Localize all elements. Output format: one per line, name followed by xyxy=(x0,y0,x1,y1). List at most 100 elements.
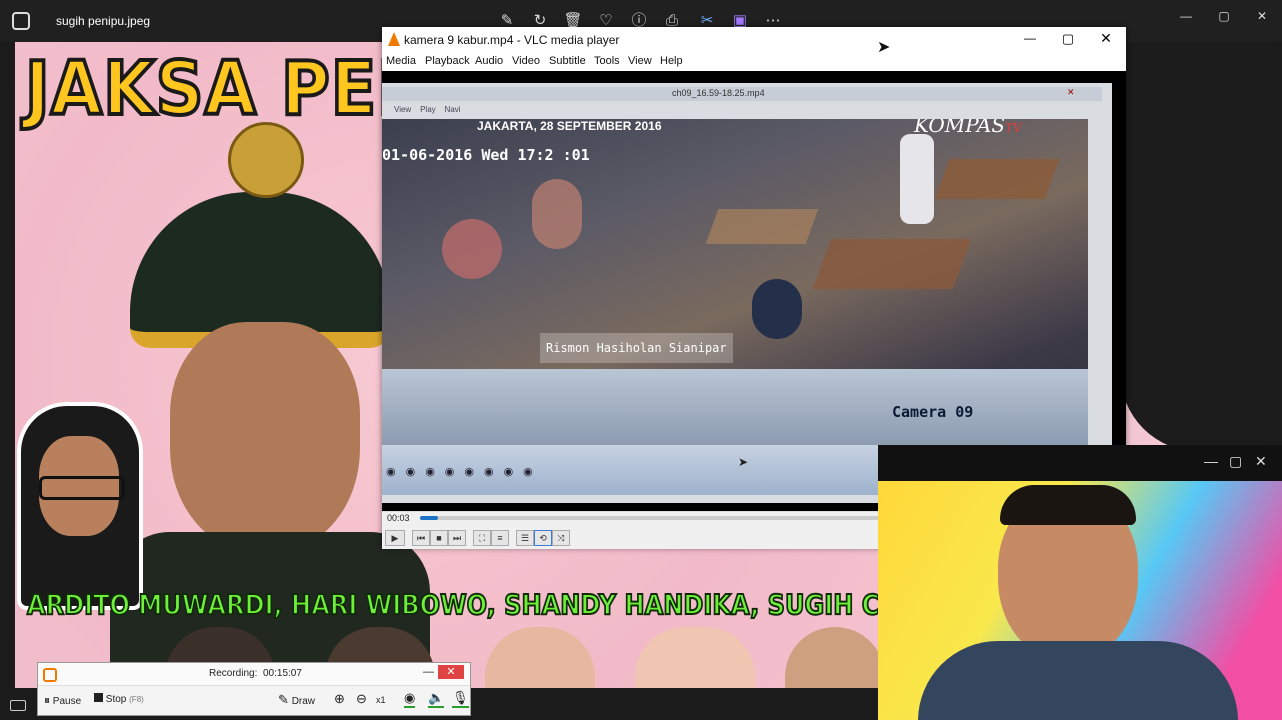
right-portrait xyxy=(1120,42,1267,452)
recorder-logo-icon xyxy=(43,668,57,682)
next-icon[interactable]: ⏭ xyxy=(448,530,466,546)
webcam-video xyxy=(878,481,1282,720)
watermark-text: Rismon Hasiholan Sianipar xyxy=(540,333,733,363)
mouse-cursor-icon: ➤ xyxy=(738,455,749,469)
zoom-out-icon[interactable]: ⊖ xyxy=(356,691,367,707)
menu-tools[interactable]: Tools xyxy=(594,55,620,67)
cctv-person xyxy=(532,179,582,249)
cctv-counter xyxy=(382,369,1088,445)
pause-button[interactable]: ⏸ Pause xyxy=(44,693,81,708)
cctv-table xyxy=(812,239,972,289)
screen-recorder-toolbar: Recording: 00:15:07 — ✕ ⏸ Pause Stop (F8… xyxy=(37,662,471,716)
recording-time: 00:15:07 xyxy=(263,668,302,679)
filmed-monitor: ch09_16.59-18.25.mp4 ✕ View Play Navi JA… xyxy=(382,83,1112,503)
playlist-icon[interactable]: ☰ xyxy=(516,530,534,546)
shuffle-icon[interactable]: ⤨ xyxy=(552,530,570,546)
vlc-window-title: kamera 9 kabur.mp4 - VLC media player xyxy=(404,33,620,47)
photo-viewer-title: sugih penipu.jpeg xyxy=(56,14,151,28)
cap-badge-icon xyxy=(228,122,304,198)
stop-label: Stop xyxy=(105,694,127,705)
mouse-pointer-icon: ➤ xyxy=(877,39,891,56)
face-thumb xyxy=(635,627,755,688)
vlc-titlebar: kamera 9 kabur.mp4 - VLC media player — … xyxy=(382,27,1126,53)
cctv-frame: JAKARTA, 28 SEPTEMBER 2016 KOMPASTV 01-0… xyxy=(382,119,1088,445)
extended-settings-icon[interactable]: ≡ xyxy=(491,530,509,546)
keyboard-icon[interactable] xyxy=(10,700,26,711)
loop-icon[interactable]: ⟲ xyxy=(534,530,552,546)
face-thumb xyxy=(485,627,595,688)
vlc-menubar: Media Playback Audio Video Subtitle Tool… xyxy=(382,53,1126,71)
seek-bar[interactable] xyxy=(420,516,880,520)
play-icon[interactable]: ▶ xyxy=(385,530,405,546)
recorder-minimize-icon[interactable]: — xyxy=(423,666,434,678)
inner-close-icon: ✕ xyxy=(1067,87,1075,97)
menu-video[interactable]: Video xyxy=(512,55,540,67)
inset-portrait-left xyxy=(17,402,143,610)
menu-view[interactable]: View xyxy=(628,55,652,67)
camera-label: Camera 09 xyxy=(892,403,974,421)
vlc-cone-icon xyxy=(388,32,400,46)
face-thumb xyxy=(785,627,885,688)
vlc-maximize-icon[interactable]: ▢ xyxy=(1060,31,1076,47)
stop-square-icon xyxy=(94,693,103,702)
inner-menubar: View Play Navi xyxy=(394,105,461,114)
taskbar-corner xyxy=(0,690,37,720)
cctv-person xyxy=(442,219,502,279)
inner-menu-play: Play xyxy=(420,105,436,114)
inner-window-titlebar: ch09_16.59-18.25.mp4 ✕ xyxy=(382,87,1102,101)
speaker-icon[interactable]: 🔈 xyxy=(428,690,445,708)
elapsed-time: 00:03 xyxy=(387,513,410,523)
inner-menu-view: View xyxy=(394,105,412,114)
cctv-person xyxy=(752,279,802,339)
cctv-waiter xyxy=(900,134,934,224)
seek-bar-fill xyxy=(420,516,439,520)
menu-help[interactable]: Help xyxy=(660,55,683,67)
webcam-maximize-icon[interactable]: ▢ xyxy=(1229,453,1242,470)
webcam-person-shirt xyxy=(918,641,1238,720)
vlc-minimize-icon[interactable]: — xyxy=(1022,31,1038,45)
photos-app-icon xyxy=(12,12,30,30)
location-date-caption: JAKARTA, 28 SEPTEMBER 2016 xyxy=(477,119,662,133)
webcam-minimize-icon[interactable]: — xyxy=(1204,453,1218,469)
kompas-logo-suffix: TV xyxy=(1005,121,1022,135)
recorder-titlebar: Recording: 00:15:07 — ✕ xyxy=(38,663,470,686)
viewer-minimize-icon[interactable]: — xyxy=(1168,6,1204,26)
zoom-in-icon[interactable]: ⊕ xyxy=(334,691,345,707)
inner-menu-navi: Navi xyxy=(444,105,461,114)
pencil-icon: ✎ xyxy=(278,692,289,707)
fullscreen-icon[interactable]: ⛶ xyxy=(473,530,491,546)
viewer-maximize-icon[interactable]: ▢ xyxy=(1206,6,1242,26)
webcam-titlebar: — ▢ ✕ xyxy=(878,445,1282,481)
webcam-person-hair xyxy=(1000,485,1136,525)
zoom-level: x1 xyxy=(376,695,386,705)
draw-label: Draw xyxy=(291,696,316,707)
glasses-icon xyxy=(39,476,125,500)
inner-control-icons: ◉◉◉◉◉◉◉◉ xyxy=(386,466,543,478)
draw-button[interactable]: ✎ Draw xyxy=(278,692,315,708)
cctv-timestamp: 01-06-2016 Wed 17:2 :01 xyxy=(382,146,590,164)
pause-icon: ⏸ xyxy=(44,693,51,707)
webcam-overlay: — ▢ ✕ xyxy=(878,445,1282,720)
webcam-close-icon[interactable]: ✕ xyxy=(1255,453,1267,470)
stop-icon[interactable]: ■ xyxy=(430,530,448,546)
stop-shortcut: (F8) xyxy=(129,695,144,704)
pause-label: Pause xyxy=(52,696,82,707)
menu-audio[interactable]: Audio xyxy=(475,55,503,67)
vlc-close-icon[interactable]: ✕ xyxy=(1098,30,1114,47)
menu-playback[interactable]: Playback xyxy=(425,55,470,67)
cctv-table xyxy=(705,209,819,244)
webcam-icon[interactable]: ◉ xyxy=(404,690,416,708)
viewer-close-icon[interactable]: ✕ xyxy=(1244,6,1280,26)
microphone-icon[interactable]: 🎙 xyxy=(452,690,469,708)
kompas-logo-text: KOMPAS xyxy=(914,119,1006,137)
officer-face xyxy=(170,322,360,552)
previous-icon[interactable]: ⏮ xyxy=(412,530,430,546)
kompas-logo: KOMPASTV xyxy=(914,119,1022,137)
recorder-close-icon[interactable]: ✕ xyxy=(438,665,464,679)
inner-window-title: ch09_16.59-18.25.mp4 xyxy=(672,88,765,98)
stop-button[interactable]: Stop (F8) xyxy=(94,693,144,705)
cctv-table xyxy=(934,159,1060,199)
menu-media[interactable]: Media xyxy=(386,55,416,67)
recording-label: Recording: xyxy=(209,668,258,679)
menu-subtitle[interactable]: Subtitle xyxy=(549,55,586,67)
